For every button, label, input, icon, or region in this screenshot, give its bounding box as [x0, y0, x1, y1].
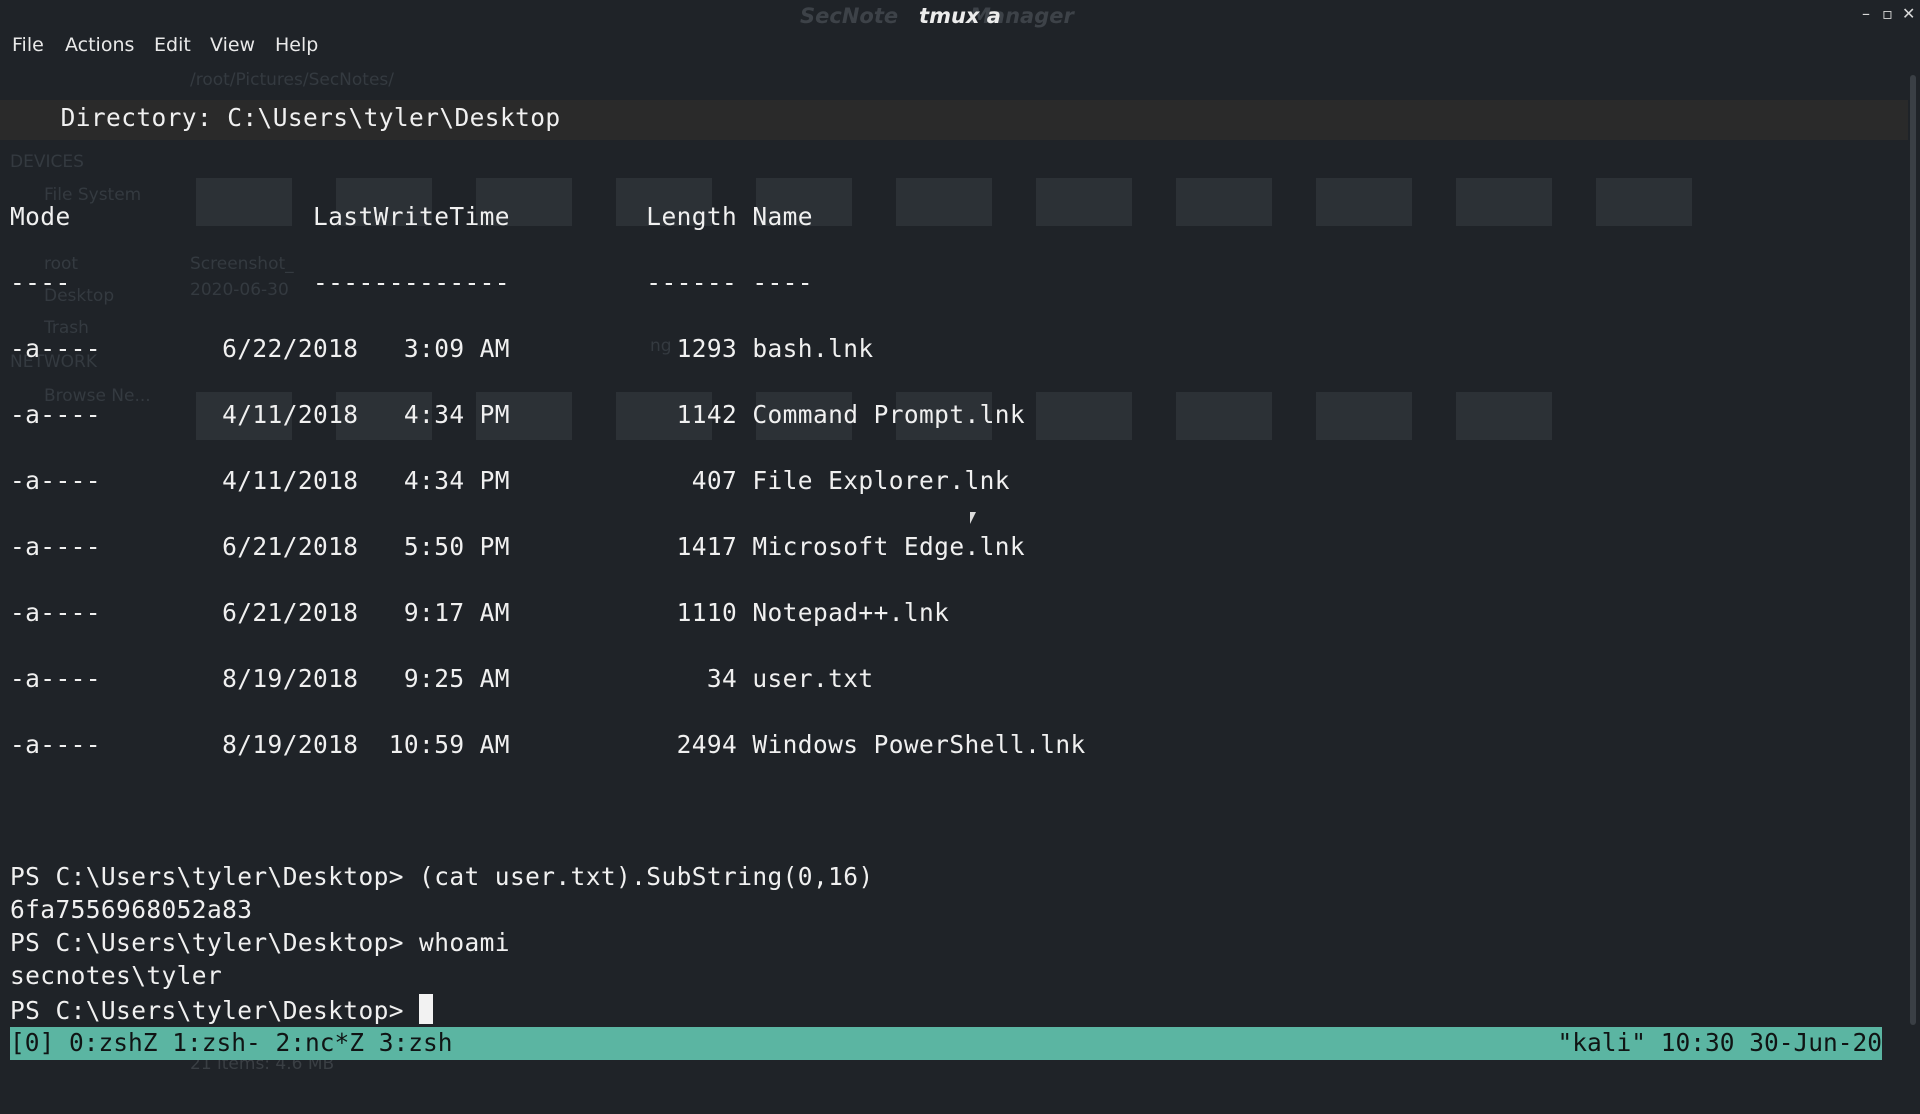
listing-row: -a---- 6/21/2018 5:50 PM 1417 Microsoft … — [10, 532, 1026, 561]
listing-row: -a---- 6/21/2018 9:17 AM 1110 Notepad++.… — [10, 598, 950, 627]
command-line: PS C:\Users\tyler\Desktop> (cat user.txt… — [10, 862, 874, 891]
menu-view[interactable]: View — [210, 34, 255, 56]
terminal[interactable]: Directory: C:\Users\tyler\Desktop Mode L… — [0, 60, 1908, 1026]
command-line: PS C:\Users\tyler\Desktop> whoami — [10, 928, 510, 957]
tmux-host-clock: "kali" 10:30 30-Jun-20 — [1557, 1028, 1882, 1057]
menu-edit[interactable]: Edit — [154, 34, 191, 56]
listing-row: -a---- 8/19/2018 9:25 AM 34 user.txt — [10, 664, 874, 693]
prompt-line[interactable]: PS C:\Users\tyler\Desktop> — [10, 994, 434, 1025]
menu-bar: File Actions Edit View Help — [0, 30, 1920, 60]
close-button[interactable]: ✕ — [1902, 4, 1915, 23]
menu-help[interactable]: Help — [275, 34, 318, 56]
tmux-window-list[interactable]: [0] 0:zshZ 1:zsh- 2:nc*Z 3:zsh — [10, 1028, 453, 1057]
menu-file[interactable]: File — [12, 34, 44, 56]
minimize-button[interactable]: – — [1862, 4, 1870, 23]
terminal-scrollbar[interactable] — [1910, 75, 1916, 1025]
listing-row: -a---- 8/19/2018 10:59 AM 2494 Windows P… — [10, 730, 1086, 759]
directory-line: Directory: C:\Users\tyler\Desktop — [0, 103, 561, 132]
window-title: tmux a — [919, 4, 1001, 28]
command-output: secnotes\tyler — [10, 961, 223, 990]
maximize-button[interactable]: ▫ — [1882, 4, 1893, 23]
prompt-text: PS C:\Users\tyler\Desktop> — [10, 996, 420, 1025]
listing-row: -a---- 6/22/2018 3:09 AM 1293 bash.lnk — [10, 334, 874, 363]
text-cursor — [419, 994, 434, 1024]
listing-header: Mode LastWriteTime Length Name — [10, 202, 813, 231]
mouse-pointer-icon — [970, 512, 976, 524]
listing-header-rule: ---- ------------- ------ ---- — [10, 268, 813, 297]
tmux-status-bar: [0] 0:zshZ 1:zsh- 2:nc*Z 3:zsh "kali" 10… — [10, 1027, 1882, 1060]
listing-row: -a---- 4/11/2018 4:34 PM 1142 Command Pr… — [10, 400, 1026, 429]
listing-row: -a---- 4/11/2018 4:34 PM 407 File Explor… — [10, 466, 1010, 495]
menu-actions[interactable]: Actions — [65, 34, 134, 56]
title-bar: SecNote Manager tmux a – ▫ ✕ — [0, 0, 1920, 32]
command-output: 6fa7556968052a83 — [10, 895, 253, 924]
